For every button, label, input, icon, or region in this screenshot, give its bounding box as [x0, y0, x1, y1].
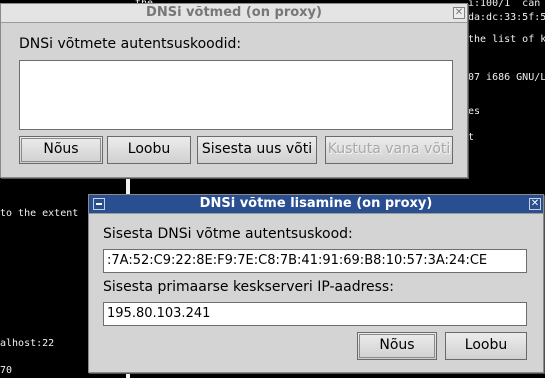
auth-code-field[interactable]: :7A:52:C9:22:8E:F9:7E:C8:7B:41:91:69:B8:…	[103, 249, 527, 273]
add-dns-key-window: DNSi võtme lisamine (on proxy) ✕ Sisesta…	[88, 194, 544, 373]
close-icon[interactable]: ✕	[453, 7, 465, 19]
terminal-text-line: to the extent	[0, 208, 79, 219]
code-label-text: Sisesta DNSi võtme autentsuskood:	[103, 226, 353, 242]
terminal-text-line: the list of k	[468, 34, 545, 45]
close-icon[interactable]: ✕	[529, 198, 541, 210]
terminal-text-line: i:100/1 can	[468, 0, 541, 9]
terminal-text-line: t	[468, 132, 475, 143]
agree-button[interactable]: Nõus	[19, 136, 103, 164]
terminal-text-line: da:dc:33:5f:5	[468, 12, 545, 23]
agree-button[interactable]: Nõus	[357, 332, 437, 360]
add-dns-key-titlebar[interactable]: DNSi võtme lisamine (on proxy) ✕	[89, 195, 543, 214]
keys-listbox[interactable]	[19, 60, 453, 130]
terminal-text-line: 07 i686 GNU/L	[468, 72, 545, 83]
terminal-text-line: 70	[0, 365, 13, 376]
cancel-button[interactable]: Loobu	[107, 136, 191, 164]
ip-label-text: Sisesta primaarse keskserveri IP-aadress…	[103, 279, 394, 295]
dns-keys-titlebar[interactable]: DNSi võtmed (on proxy) ✕	[1, 4, 467, 23]
window-menu-icon[interactable]	[93, 198, 105, 210]
window-title: DNSi võtme lisamine (on proxy)	[199, 196, 433, 211]
terminal-text-line: alhost:22	[0, 338, 55, 349]
terminal-text-line: es	[468, 106, 481, 117]
delete-old-key-button[interactable]: Kustuta vana võti	[325, 136, 453, 164]
dns-keys-window: DNSi võtmed (on proxy) ✕ DNSi võtmete au…	[0, 3, 468, 178]
keys-list-label-text: DNSi võtmete autentsuskoodid:	[19, 36, 242, 52]
keys-list-label: DNSi võtmete autentsuskoodid:	[19, 36, 241, 52]
terminal-divider	[126, 176, 130, 194]
add-new-key-button[interactable]: Sisesta uus võti	[197, 136, 317, 164]
cancel-button[interactable]: Loobu	[445, 332, 527, 360]
ip-address-field[interactable]: 195.80.103.241	[103, 302, 527, 326]
window-title: DNSi võtmed (on proxy)	[146, 5, 322, 20]
ip-label: Sisesta primaarse keskserveri IP-aadress…	[103, 279, 394, 295]
code-label: Sisesta DNSi võtme autentsuskood:	[103, 226, 353, 242]
